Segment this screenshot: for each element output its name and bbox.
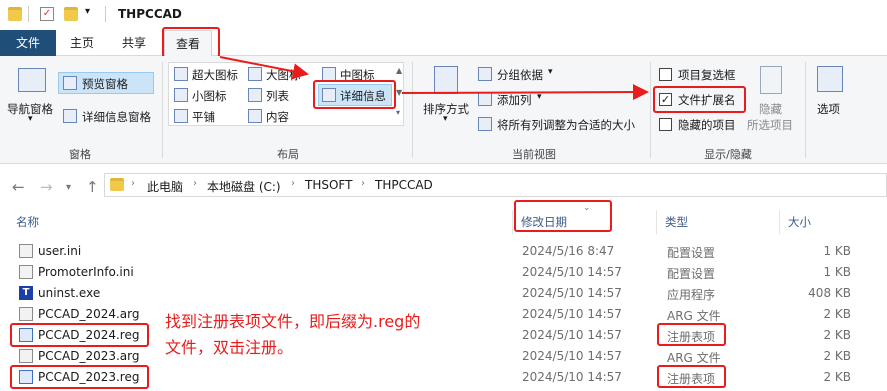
- file-size: 2 KB: [823, 307, 851, 321]
- file-type: ARG 文件: [667, 309, 721, 323]
- file-row[interactable]: Tuninst.exe 2024/5/10 14:57 应用程序 408 KB: [0, 283, 887, 304]
- file-size: 2 KB: [823, 349, 851, 363]
- file-name: PromoterInfo.ini: [38, 265, 134, 279]
- file-row[interactable]: user.ini 2024/5/16 8:47 配置设置 1 KB: [0, 241, 887, 262]
- arrow-to-extensions: [401, 84, 649, 101]
- file-name: PCCAD_2024.arg: [38, 307, 140, 321]
- column-divider[interactable]: [656, 210, 657, 234]
- column-divider[interactable]: [779, 210, 780, 234]
- file-type: 配置设置: [667, 246, 716, 260]
- highlight-box: [10, 365, 149, 389]
- file-size: 2 KB: [823, 370, 851, 384]
- column-header-name[interactable]: 名称: [16, 214, 39, 230]
- file-size: 408 KB: [808, 286, 851, 300]
- breadcrumb-thpccad[interactable]: THPCCAD: [375, 178, 433, 192]
- file-date: 2024/5/10 14:57: [522, 286, 622, 300]
- highlight-box: [657, 323, 726, 346]
- file-date: 2024/5/10 14:57: [522, 370, 622, 384]
- breadcrumb-separator[interactable]: ›: [291, 178, 295, 189]
- breadcrumb-thsoft[interactable]: THSOFT: [305, 178, 352, 192]
- back-arrow-icon[interactable]: ←: [12, 178, 25, 196]
- breadcrumb-drive[interactable]: 本地磁盘 (C:): [207, 178, 281, 195]
- file-date: 2024/5/10 14:57: [522, 307, 622, 321]
- highlight-box: [514, 200, 612, 232]
- file-name: user.ini: [38, 244, 82, 258]
- annotation-line-1: 找到注册表项文件，即后缀为.reg的: [165, 312, 421, 331]
- file-size: 2 KB: [823, 328, 851, 342]
- arrow-to-details: [219, 56, 309, 80]
- column-divider[interactable]: [512, 210, 513, 234]
- breadcrumb-separator[interactable]: ›: [361, 178, 365, 189]
- file-type: 配置设置: [667, 267, 716, 281]
- breadcrumb-separator[interactable]: ›: [193, 178, 197, 189]
- breadcrumb-this-pc[interactable]: 此电脑: [147, 178, 183, 195]
- column-header-size[interactable]: 大小: [788, 214, 811, 230]
- breadcrumb-separator[interactable]: ›: [131, 178, 135, 189]
- file-date: 2024/5/10 14:57: [522, 349, 622, 363]
- file-size: 1 KB: [823, 265, 851, 279]
- highlight-box: [10, 323, 149, 347]
- file-date: 2024/5/10 14:57: [522, 328, 622, 342]
- file-icon: [19, 307, 33, 321]
- settings-file-icon: [19, 265, 33, 279]
- recent-locations-icon[interactable]: ▾: [66, 182, 71, 193]
- file-row[interactable]: PCCAD_2023.arg 2024/5/10 14:57 ARG 文件 2 KB: [0, 346, 887, 367]
- settings-file-icon: [19, 244, 33, 258]
- file-row[interactable]: PromoterInfo.ini 2024/5/10 14:57 配置设置 1 KB: [0, 262, 887, 283]
- file-icon: [19, 349, 33, 363]
- folder-icon: [110, 178, 124, 191]
- file-type: 应用程序: [667, 288, 716, 302]
- file-row[interactable]: PCCAD_2024.arg 2024/5/10 14:57 ARG 文件 2 KB: [0, 304, 887, 325]
- file-size: 1 KB: [823, 244, 851, 258]
- file-date: 2024/5/16 8:47: [522, 244, 615, 258]
- forward-arrow-icon[interactable]: →: [40, 178, 53, 196]
- file-type: ARG 文件: [667, 351, 721, 365]
- column-header-type[interactable]: 类型: [665, 214, 688, 230]
- up-arrow-icon[interactable]: ↑: [86, 178, 99, 196]
- file-name: uninst.exe: [38, 286, 101, 300]
- annotation-line-2: 文件，双击注册。: [165, 338, 294, 357]
- highlight-box: [657, 365, 726, 388]
- file-name: PCCAD_2023.arg: [38, 349, 140, 363]
- exe-icon: T: [19, 286, 33, 300]
- file-date: 2024/5/10 14:57: [522, 265, 622, 279]
